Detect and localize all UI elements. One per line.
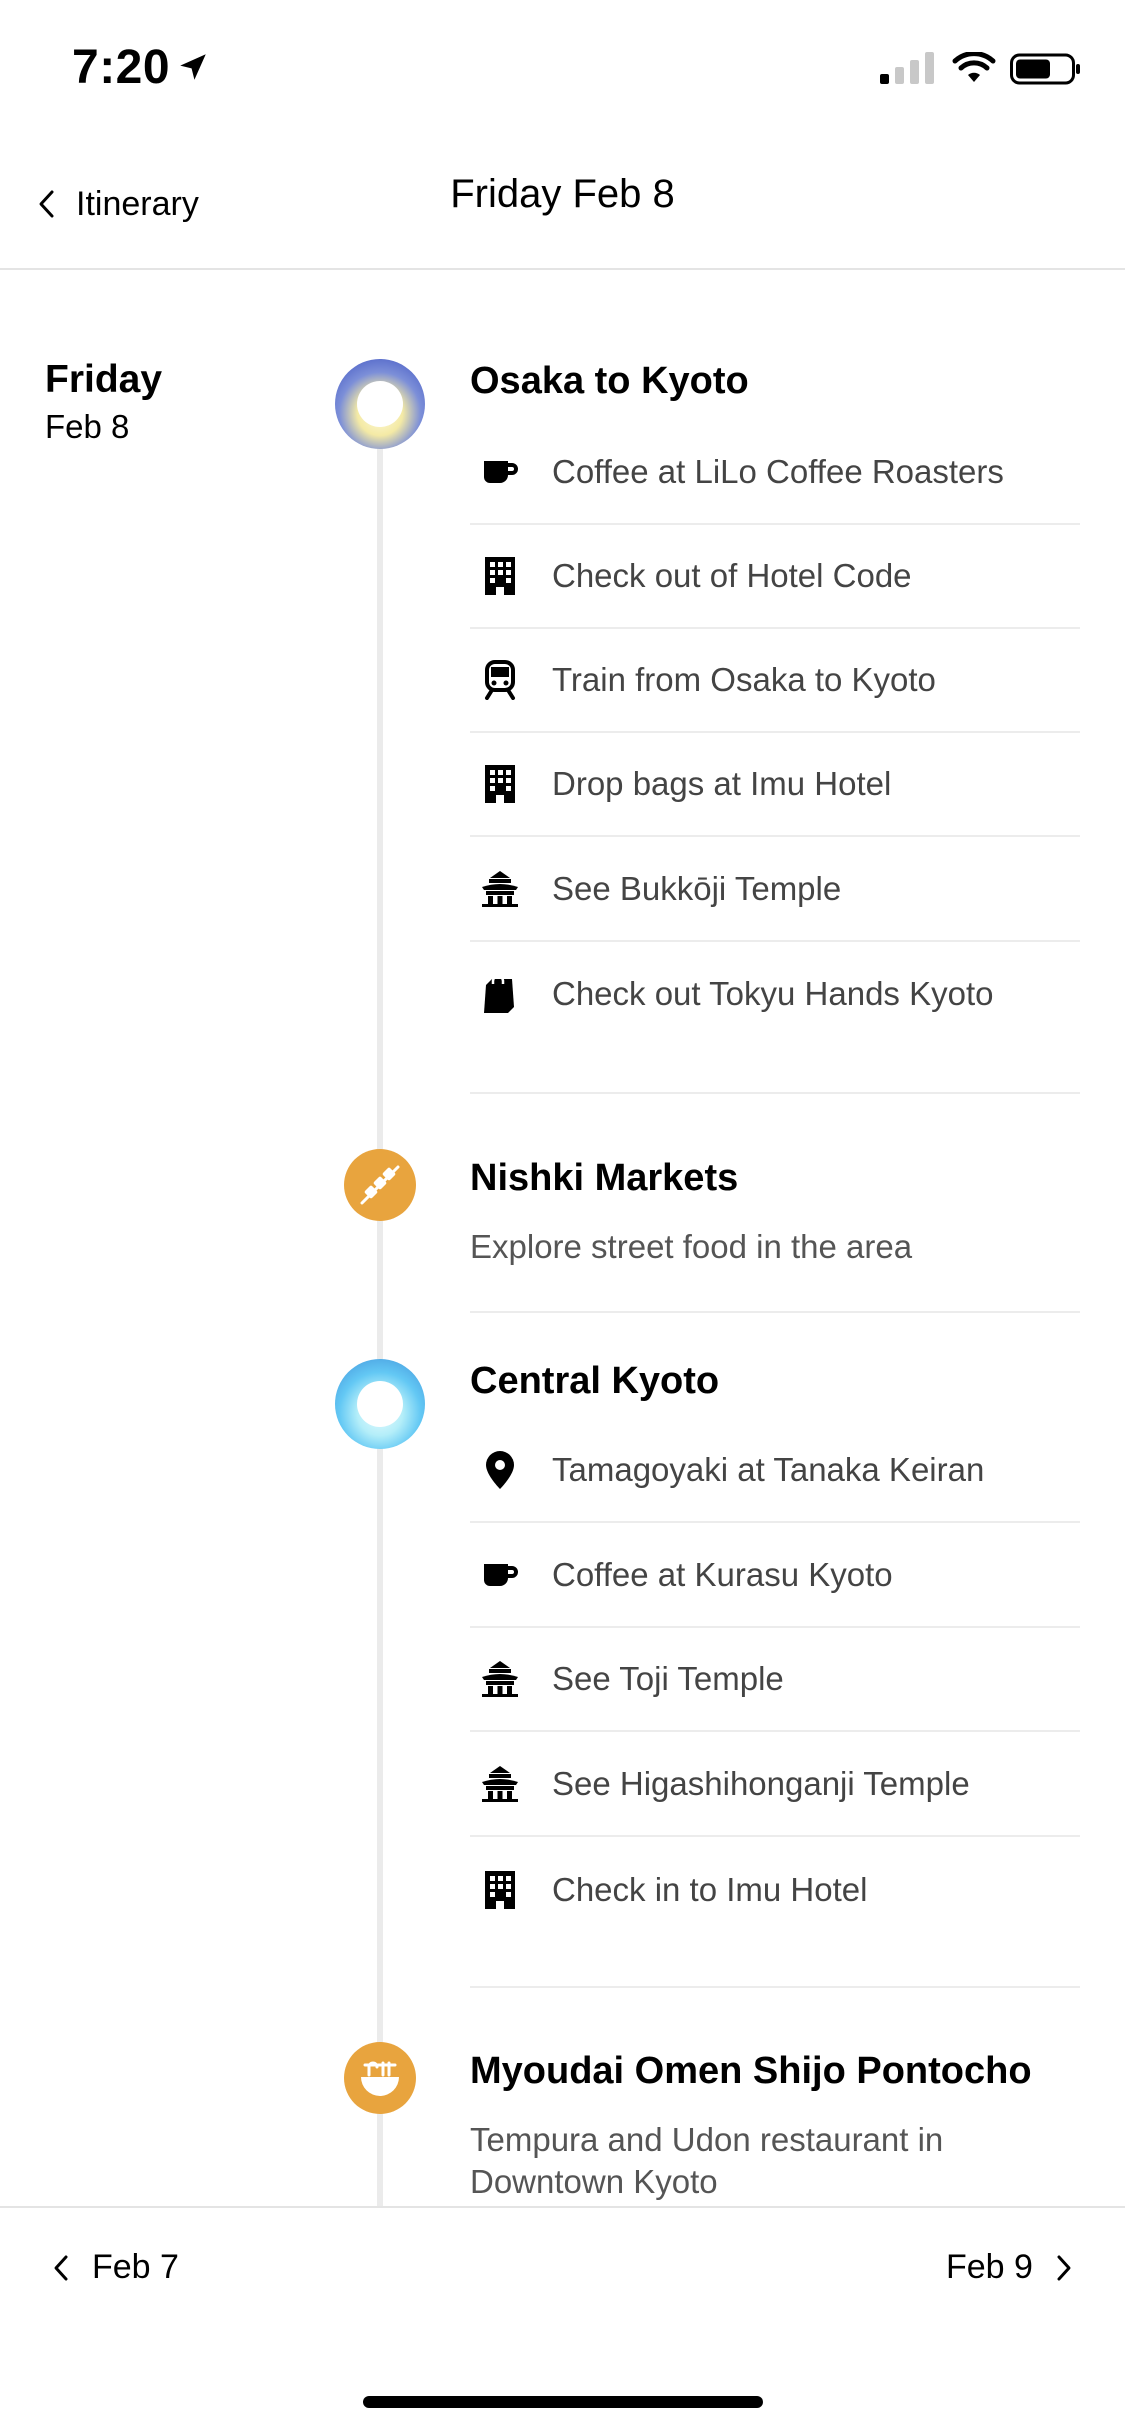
wifi-icon xyxy=(952,52,996,82)
itinerary-item[interactable]: See Higashihonganji Temple xyxy=(470,1733,1080,1837)
next-day-label: Feb 9 xyxy=(946,2248,1033,2286)
day-date: Feb 8 xyxy=(45,408,130,445)
chevron-right-icon xyxy=(1057,2255,1071,2280)
section-title-central-kyoto[interactable]: Central Kyoto xyxy=(470,1360,719,1403)
train-icon xyxy=(480,660,520,700)
chevron-left-icon xyxy=(54,2255,68,2280)
section-subtitle: Explore street food in the area xyxy=(470,1228,913,1265)
day-name: Friday xyxy=(45,358,163,401)
previous-day-button[interactable]: Feb 7 xyxy=(52,2248,179,2287)
itinerary-item[interactable]: Check out of Hotel Code xyxy=(470,525,1080,629)
hotel-building-icon xyxy=(480,1870,520,1910)
itinerary-item[interactable]: Train from Osaka to Kyoto xyxy=(470,629,1080,733)
itinerary-item[interactable]: Coffee at Kurasu Kyoto xyxy=(470,1524,1080,1628)
temple-icon xyxy=(480,1659,520,1699)
section-divider xyxy=(470,1986,1080,1988)
item-label: Check out of Hotel Code xyxy=(552,557,912,594)
hotel-building-icon xyxy=(480,556,520,596)
next-day-button[interactable]: Feb 9 xyxy=(946,2248,1073,2287)
home-indicator[interactable] xyxy=(363,2396,763,2408)
section-divider xyxy=(470,1311,1080,1313)
header-divider xyxy=(0,268,1125,270)
itinerary-item[interactable]: Check out Tokyu Hands Kyoto xyxy=(470,942,1080,1046)
item-label: Check in to Imu Hotel xyxy=(552,1871,868,1908)
itinerary-item[interactable]: See Bukkōji Temple xyxy=(470,838,1080,942)
timeline-line xyxy=(377,404,383,2206)
noodle-bowl-icon xyxy=(361,2061,399,2096)
section-title-osaka-to-kyoto[interactable]: Osaka to Kyoto xyxy=(470,360,749,403)
item-label: See Bukkōji Temple xyxy=(552,870,842,907)
status-time: 7:20 xyxy=(72,41,171,94)
map-pin-icon xyxy=(480,1450,520,1490)
hotel-building-icon xyxy=(480,764,520,804)
item-label: Check out Tokyu Hands Kyoto xyxy=(552,975,994,1012)
section-subtitle-line2: Downtown Kyoto xyxy=(470,2163,718,2200)
footer-divider xyxy=(0,2206,1125,2208)
itinerary-item[interactable]: Check in to Imu Hotel xyxy=(470,1838,1080,1942)
itinerary-item[interactable]: See Toji Temple xyxy=(470,1628,1080,1732)
battery-icon xyxy=(1010,53,1080,85)
timeline-marker-central-kyoto xyxy=(335,1359,425,1449)
section-subtitle-line1: Tempura and Udon restaurant in xyxy=(470,2121,944,2158)
item-label: See Higashihonganji Temple xyxy=(552,1765,970,1802)
item-label: Coffee at Kurasu Kyoto xyxy=(552,1556,893,1593)
item-label: Tamagoyaki at Tanaka Keiran xyxy=(552,1451,985,1488)
timeline-marker-osaka xyxy=(335,359,425,449)
item-label: Coffee at LiLo Coffee Roasters xyxy=(552,453,1004,490)
itinerary-item[interactable]: Drop bags at Imu Hotel xyxy=(470,733,1080,837)
coffee-cup-icon xyxy=(480,1555,520,1595)
cellular-signal-icon xyxy=(880,52,934,84)
page-title: Friday Feb 8 xyxy=(450,172,675,216)
coffee-cup-icon xyxy=(480,452,520,492)
section-divider xyxy=(470,1092,1080,1094)
location-arrow-icon xyxy=(180,54,206,80)
temple-icon xyxy=(480,869,520,909)
previous-day-label: Feb 7 xyxy=(92,2248,179,2286)
section-title-nishki-markets[interactable]: Nishki Markets xyxy=(470,1157,738,1200)
shopping-bag-icon xyxy=(480,974,520,1014)
timeline-marker-myoudai xyxy=(344,2042,416,2114)
item-label: See Toji Temple xyxy=(552,1660,784,1697)
timeline-marker-nishki xyxy=(344,1149,416,1221)
item-label: Drop bags at Imu Hotel xyxy=(552,765,892,802)
itinerary-item[interactable]: Coffee at LiLo Coffee Roasters xyxy=(470,421,1080,525)
section-title-myoudai-omen[interactable]: Myoudai Omen Shijo Pontocho xyxy=(470,2050,1032,2093)
skewer-icon xyxy=(360,1165,400,1205)
temple-icon xyxy=(480,1764,520,1804)
itinerary-item[interactable]: Tamagoyaki at Tanaka Keiran xyxy=(470,1419,1080,1523)
item-label: Train from Osaka to Kyoto xyxy=(552,661,936,698)
